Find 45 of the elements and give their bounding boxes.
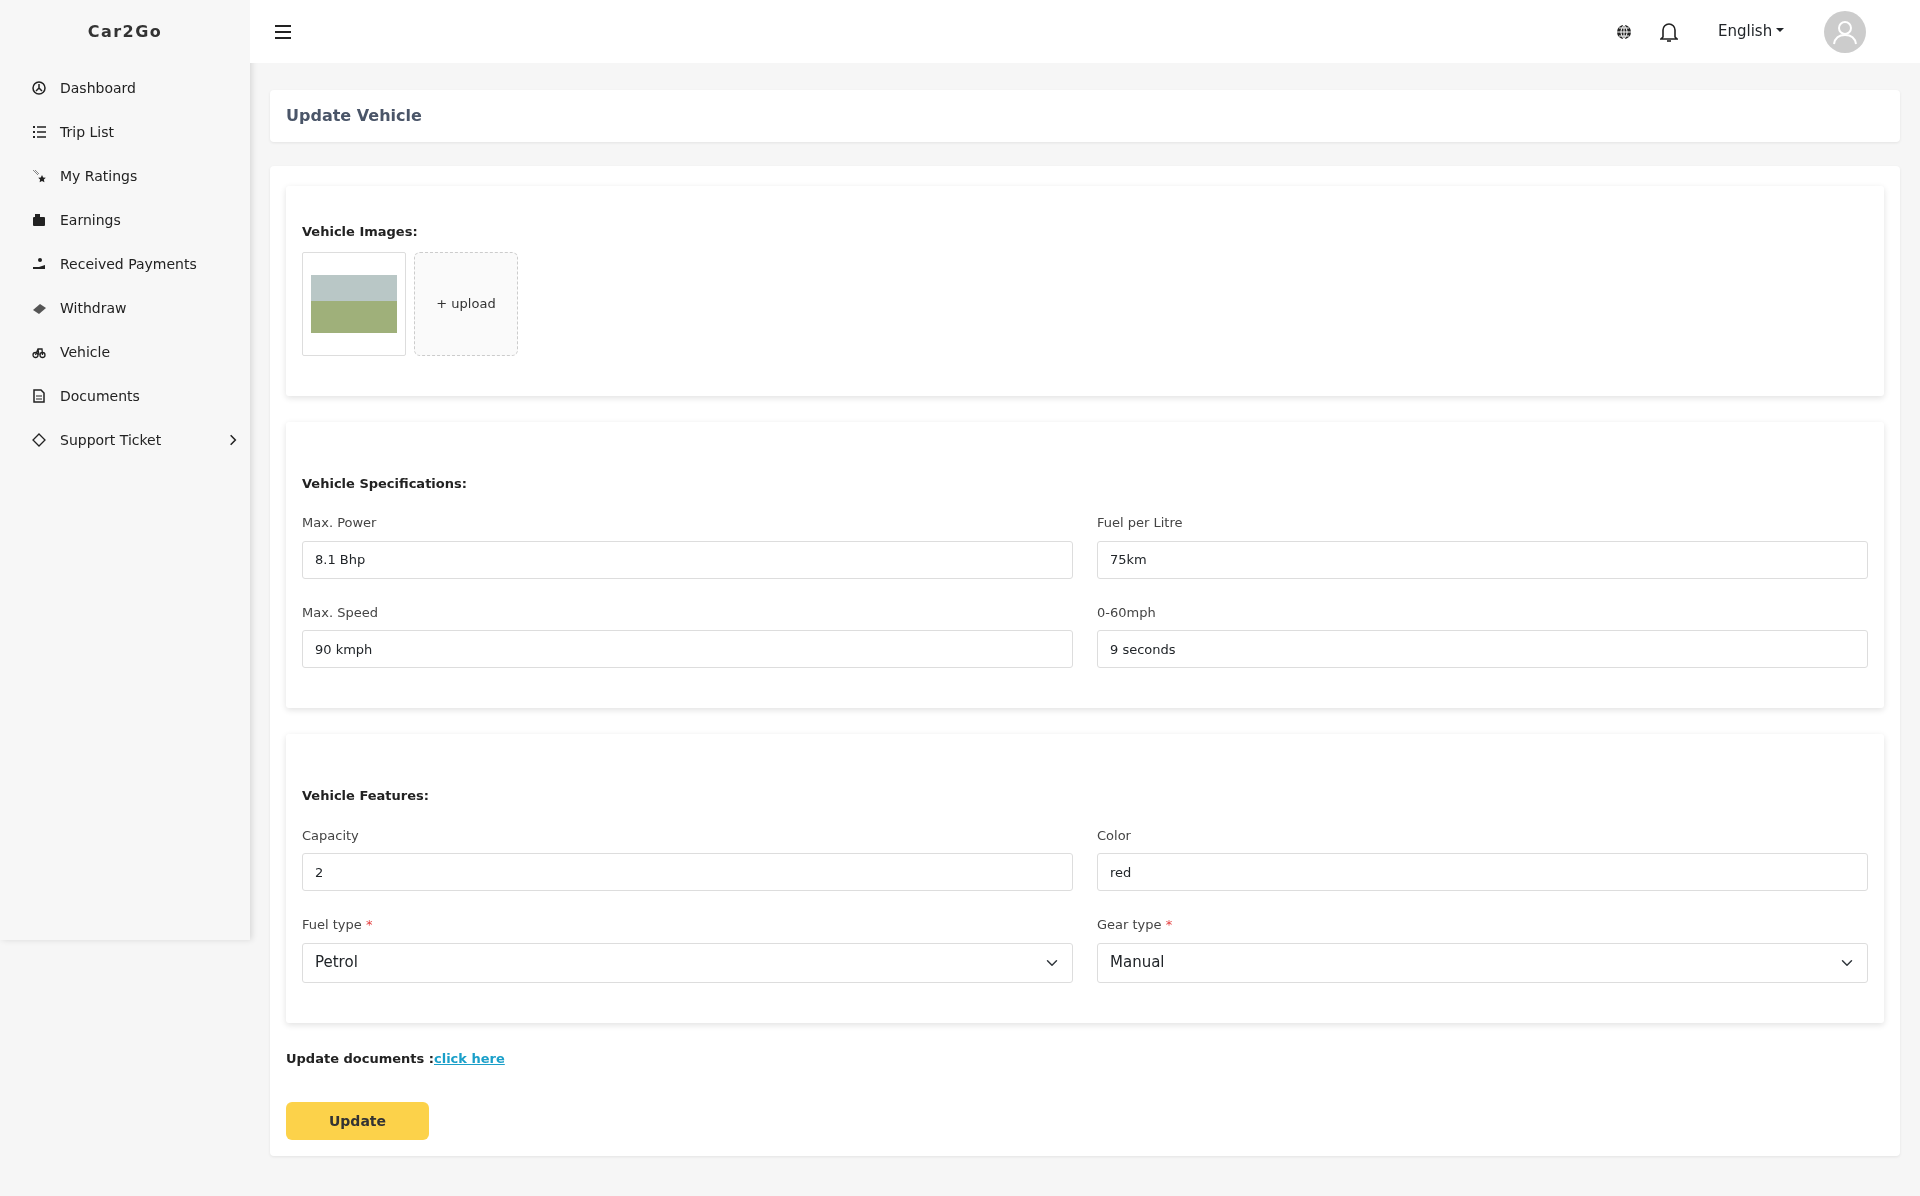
sidebar-item[interactable]: Vehicle bbox=[0, 330, 250, 374]
document-icon bbox=[32, 389, 46, 403]
field-label: 0-60mph bbox=[1097, 603, 1157, 622]
field-label: Fuel per Litre bbox=[1097, 514, 1184, 532]
input-field[interactable]: 75km bbox=[1097, 540, 1868, 579]
sidebar-item[interactable]: Earnings bbox=[0, 198, 250, 242]
field-label: Max. Power bbox=[302, 514, 378, 532]
field-label: Color bbox=[1097, 826, 1132, 845]
wallet-icon bbox=[32, 213, 46, 227]
documents-label: Update documents : bbox=[286, 1050, 434, 1066]
sidebar-item[interactable]: Dashboard bbox=[0, 66, 250, 110]
field-label: Max. Speed bbox=[302, 603, 379, 622]
sidebar-item[interactable]: Received Payments bbox=[0, 242, 250, 286]
field-label: Gear type * bbox=[1097, 916, 1174, 934]
upload-button[interactable]: + upload bbox=[414, 251, 518, 356]
brand-name: Car2Go bbox=[86, 21, 164, 43]
field-label: Capacity bbox=[302, 826, 360, 845]
required-mark: * bbox=[365, 917, 373, 932]
sidebar-item[interactable]: My Ratings bbox=[0, 154, 250, 198]
select-field[interactable]: Petrol bbox=[302, 942, 1073, 983]
ticket-icon bbox=[32, 433, 46, 447]
list-icon bbox=[32, 125, 46, 139]
input-field[interactable]: 9 seconds bbox=[1097, 630, 1868, 668]
sidebar-item[interactable]: Documents bbox=[0, 374, 250, 418]
select-field[interactable]: Manual bbox=[1097, 942, 1868, 983]
section-title: Vehicle Specifications: bbox=[302, 474, 468, 493]
section-title: Vehicle Features: bbox=[302, 787, 430, 805]
language-dropdown[interactable]: English bbox=[1718, 20, 1784, 43]
input-field[interactable]: red bbox=[1097, 853, 1868, 891]
sidebar-item[interactable]: Withdraw bbox=[0, 286, 250, 330]
field-label: Fuel type * bbox=[302, 916, 374, 934]
globe-icon[interactable] bbox=[1616, 23, 1632, 40]
input-field[interactable]: 90 kmph bbox=[302, 630, 1073, 668]
sidebar-item[interactable]: Trip List bbox=[0, 110, 250, 154]
input-field[interactable]: 2 bbox=[302, 853, 1073, 891]
update-button[interactable]: Update bbox=[286, 1102, 429, 1140]
required-mark: * bbox=[1165, 917, 1173, 932]
dashboard-icon bbox=[32, 81, 46, 95]
page-title: Update Vehicle bbox=[286, 105, 422, 127]
section-title: Vehicle Images: bbox=[302, 223, 419, 241]
input-field[interactable]: 8.1 Bhp bbox=[302, 540, 1073, 579]
bicycle-icon bbox=[32, 345, 46, 359]
sidebar-item[interactable]: Support Ticket bbox=[0, 418, 250, 462]
bell-icon[interactable] bbox=[1660, 20, 1678, 43]
star-icon bbox=[32, 169, 46, 183]
